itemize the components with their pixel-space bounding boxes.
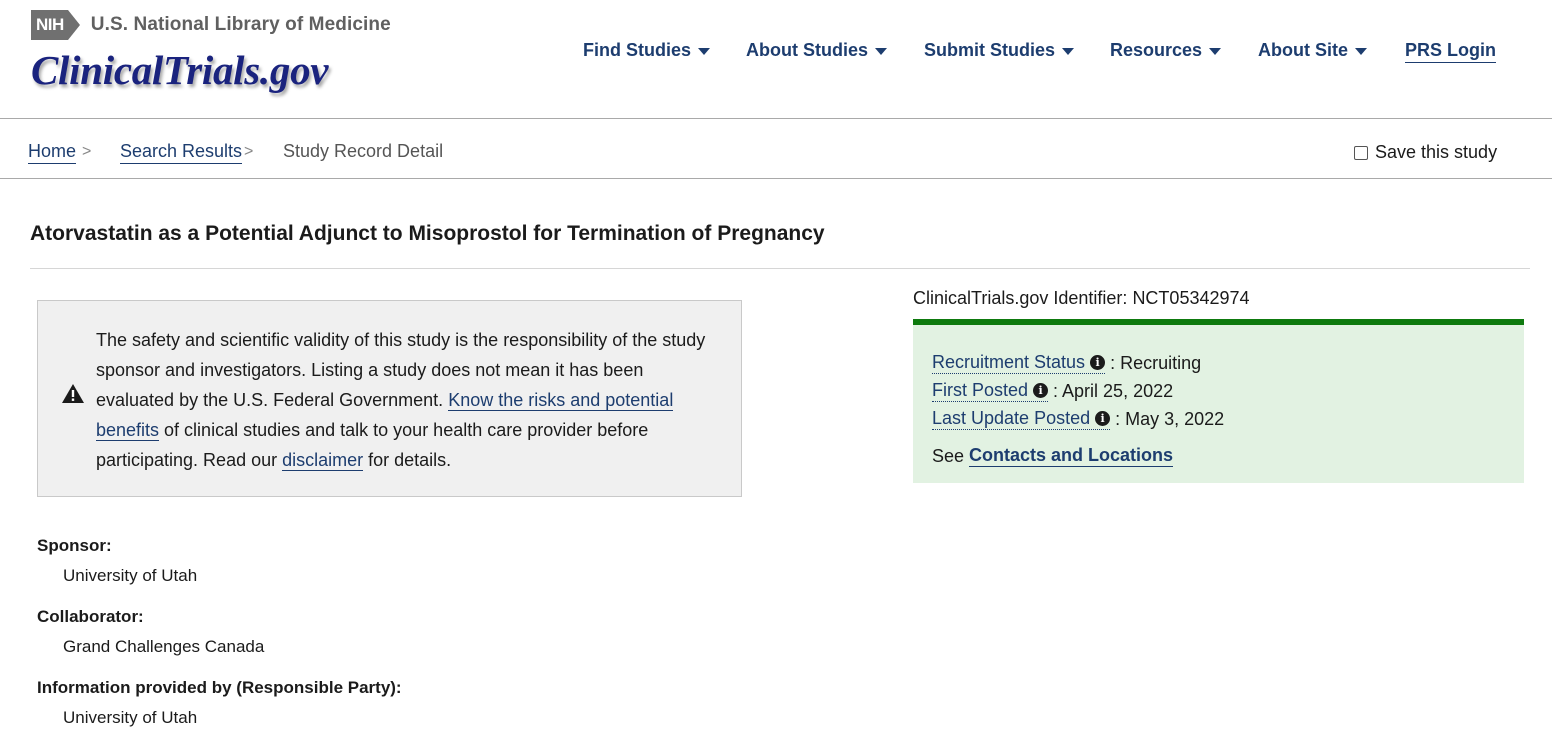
nav-about-site[interactable]: About Site (1258, 40, 1367, 61)
prs-login-link[interactable]: PRS Login (1405, 40, 1496, 63)
nav-submit-studies-label: Submit Studies (924, 40, 1056, 60)
info-icon[interactable]: i (1033, 383, 1049, 398)
save-study-toggle[interactable]: Save this study (1354, 142, 1497, 163)
first-posted-label[interactable]: First Posted i (932, 380, 1049, 402)
status-panel: Recruitment Status i : Recruiting First … (913, 319, 1524, 483)
last-update-row: Last Update Posted i : May 3, 2022 (932, 408, 1224, 430)
breadcrumb: Home > Search Results > Study Record Det… (0, 119, 1552, 179)
caret-down-icon (1062, 47, 1075, 55)
sponsor-value: University of Utah (63, 566, 198, 585)
see-text: See (932, 445, 965, 466)
nav-find-studies-label: Find Studies (583, 40, 691, 60)
identifier-value: NCT05342974 (1132, 288, 1250, 308)
recruitment-status-value: : Recruiting (1110, 352, 1202, 373)
last-update-value: : May 3, 2022 (1115, 408, 1225, 429)
see-contacts-row: See Contacts and Locations (932, 445, 1174, 467)
collaborator-section: Collaborator: Grand Challenges Canada (37, 607, 264, 657)
sponsor-section: Sponsor: University of Utah (37, 536, 197, 586)
identifier-label: ClinicalTrials.gov Identifier: (913, 288, 1128, 308)
nih-arrow-icon (67, 10, 80, 40)
first-posted-value: : April 25, 2022 (1053, 380, 1174, 401)
nav-resources[interactable]: Resources (1110, 40, 1222, 61)
nav-submit-studies[interactable]: Submit Studies (924, 40, 1075, 61)
collaborator-label: Collaborator: (37, 607, 144, 626)
collaborator-value: Grand Challenges Canada (63, 637, 265, 656)
checkbox-icon[interactable] (1354, 145, 1368, 160)
study-title: Atorvastatin as a Potential Adjunct to M… (30, 222, 825, 245)
nih-logo: NIH (31, 10, 80, 40)
caret-down-icon (1355, 47, 1367, 55)
study-identifier: ClinicalTrials.gov Identifier: NCT053429… (913, 288, 1250, 309)
responsible-party-label: Information provided by (Responsible Par… (37, 678, 402, 697)
responsible-party-value: University of Utah (63, 708, 198, 727)
breadcrumb-separator: > (82, 143, 92, 160)
caret-down-icon (1209, 47, 1222, 55)
contacts-locations-link[interactable]: Contacts and Locations (969, 445, 1174, 467)
disclaimer-text: The safety and scientific validity of th… (96, 325, 716, 475)
nav-about-site-label: About Site (1258, 40, 1348, 60)
sponsor-label: Sponsor: (37, 536, 112, 555)
nav-prs-login[interactable]: PRS Login (1405, 40, 1496, 63)
site-header: NIH U.S. National Library of Medicine Cl… (0, 0, 1552, 119)
nav-about-studies[interactable]: About Studies (746, 40, 887, 61)
warning-icon (61, 383, 85, 409)
main-nav: Find Studies About Studies Submit Studie… (0, 40, 1552, 64)
breadcrumb-home[interactable]: Home (28, 141, 77, 164)
responsible-party-section: Information provided by (Responsible Par… (37, 678, 402, 728)
nlm-title: U.S. National Library of Medicine (90, 14, 391, 35)
caret-down-icon (875, 47, 887, 55)
breadcrumb-search-results[interactable]: Search Results (120, 141, 243, 164)
title-divider (30, 268, 1530, 269)
caret-down-icon (698, 47, 710, 55)
info-icon[interactable]: i (1095, 411, 1111, 426)
recruitment-status-text: Recruitment Status (932, 352, 1086, 372)
nav-find-studies[interactable]: Find Studies (583, 40, 710, 61)
breadcrumb-current: Study Record Detail (283, 141, 444, 161)
first-posted-row: First Posted i : April 25, 2022 (932, 380, 1173, 402)
nav-resources-label: Resources (1110, 40, 1203, 60)
recruitment-status-row: Recruitment Status i : Recruiting (932, 352, 1201, 374)
first-posted-text: First Posted (932, 380, 1029, 400)
info-icon[interactable]: i (1090, 355, 1106, 370)
disclaimer-box: The safety and scientific validity of th… (37, 300, 742, 497)
nih-badge-text: NIH (31, 10, 68, 40)
save-study-label[interactable]: Save this study (1375, 142, 1497, 163)
last-update-text: Last Update Posted (932, 408, 1091, 428)
recruitment-status-label[interactable]: Recruitment Status i (932, 352, 1106, 374)
disclaimer-text-part-3: for details. (363, 450, 452, 470)
breadcrumb-separator: > (244, 143, 254, 160)
nih-banner[interactable]: NIH U.S. National Library of Medicine (31, 10, 391, 40)
last-update-label[interactable]: Last Update Posted i (932, 408, 1111, 430)
nav-about-studies-label: About Studies (746, 40, 868, 60)
disclaimer-link[interactable]: disclaimer (282, 450, 364, 471)
